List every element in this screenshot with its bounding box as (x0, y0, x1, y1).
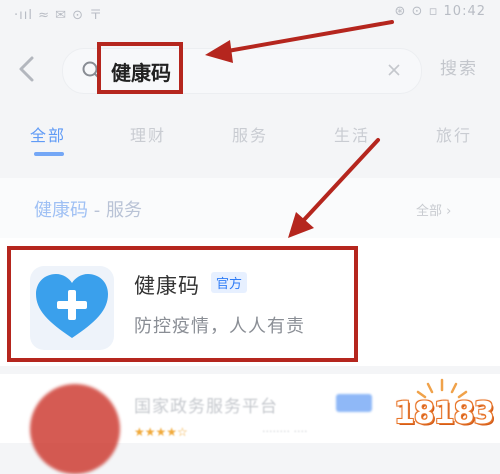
result2-meta: ········ ···· (262, 425, 308, 438)
tab-services[interactable]: 服务 (232, 122, 268, 146)
clear-icon[interactable] (385, 61, 403, 79)
section-title-rest: - 服务 (88, 200, 142, 221)
site-watermark: 18183 (388, 378, 496, 440)
active-tab-indicator (34, 152, 64, 156)
section-title: 健康码 - 服务 (34, 196, 142, 222)
tab-finance[interactable]: 理财 (130, 122, 166, 146)
section-header: 健康码 - 服务 全部 › (0, 178, 500, 238)
status-bar: ·ııl ≈ ✉ ⊙ 〒 ⊛ ⊙ ▫ 10:42 (0, 0, 500, 34)
watermark-text: 18183 (394, 396, 494, 431)
status-indicators-left: ·ııl ≈ ✉ ⊙ 〒 (14, 8, 104, 23)
category-tabs: 全部 理财 服务 生活 旅行 (0, 112, 500, 162)
result2-badge (336, 394, 372, 412)
search-button[interactable]: 搜索 (440, 54, 478, 79)
result2-rating-stars: ★★★★☆ (134, 425, 188, 439)
back-arrow-icon[interactable] (14, 54, 40, 84)
annotation-box-result (7, 246, 358, 362)
national-emblem-icon[interactable] (30, 384, 120, 474)
tab-all[interactable]: 全部 (30, 122, 66, 146)
status-indicators-right: ⊛ ⊙ ▫ 10:42 (394, 4, 486, 19)
result2-app-name[interactable]: 国家政务服务平台 (134, 392, 278, 417)
search-row: 健康码 搜索 (0, 40, 500, 100)
section-more-link[interactable]: 全部 › (416, 200, 451, 219)
tab-travel[interactable]: 旅行 (436, 122, 472, 146)
section-title-highlight: 健康码 (34, 200, 88, 221)
annotation-box-search (97, 42, 183, 94)
tab-life[interactable]: 生活 (334, 122, 370, 146)
